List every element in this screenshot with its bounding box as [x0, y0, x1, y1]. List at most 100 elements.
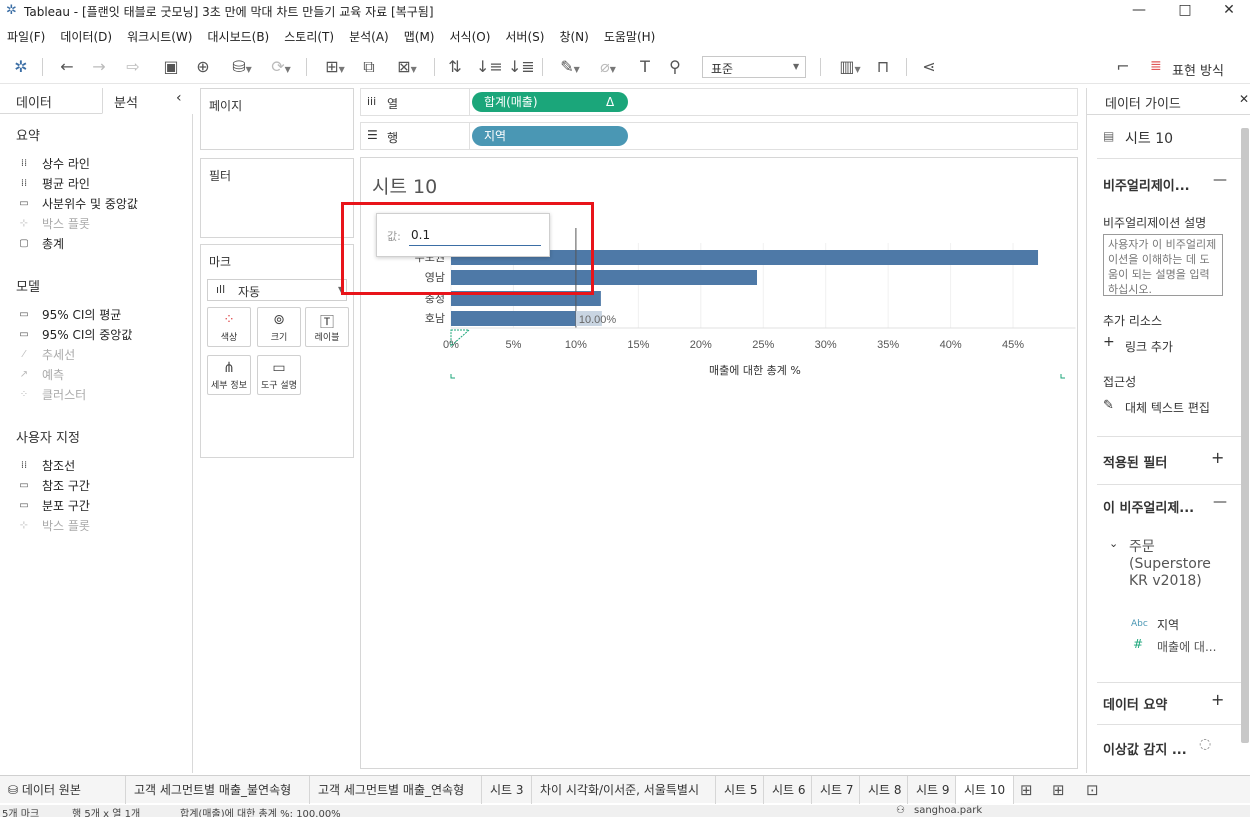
filters-card[interactable]: 필터 [200, 158, 354, 238]
plus-icon[interactable]: + [1103, 334, 1115, 350]
data-summary-title[interactable]: 데이터 요약 [1103, 694, 1167, 713]
undo-icon[interactable]: ← [56, 56, 78, 78]
ci-average-item[interactable]: ▭ 95% CI의 평균 [16, 306, 121, 323]
tooltip-button[interactable]: ▭ 도구 설명 [257, 355, 301, 395]
duplicate-sheet-icon[interactable]: ⧉ [358, 56, 380, 78]
tab-datasource-label: 데이터 원본 [21, 783, 81, 797]
outlier-title[interactable]: 이상값 감지 ... [1103, 739, 1187, 758]
collapse-minus-icon[interactable]: — [1213, 172, 1227, 188]
menu-map[interactable]: 맵(M) [397, 26, 443, 46]
minimize-button[interactable]: — [1116, 0, 1162, 22]
plus-icon[interactable]: + [1211, 448, 1224, 467]
share-icon[interactable]: ⋖ [918, 56, 940, 78]
tab-sheet5[interactable]: 시트 5 [716, 776, 764, 804]
sort-ascending-icon[interactable]: ↓≡ [476, 56, 503, 78]
totals-item[interactable]: ▢ 총계 [16, 235, 64, 252]
tab-sheet3[interactable]: 시트 3 [482, 776, 532, 804]
tab-difference[interactable]: 차이 시각화/이서준, 서울특별시 [532, 776, 716, 804]
menu-story[interactable]: 스토리(T) [277, 26, 342, 46]
show-labels-icon[interactable]: T [634, 56, 656, 78]
distribution-band-item[interactable]: ▭ 분포 구간 [16, 497, 90, 514]
menu-analysis[interactable]: 분석(A) [342, 26, 397, 46]
add-link-button[interactable]: 링크 추가 [1125, 338, 1173, 355]
reference-line-item[interactable]: ⁞⁞ 참조선 [16, 457, 75, 474]
new-sheet-icon[interactable]: ⊞▼ [316, 56, 354, 78]
paint-roller-icon[interactable]: ⌐ [1112, 56, 1134, 78]
swap-icon[interactable]: ⇅ [444, 56, 466, 78]
clear-sheet-icon[interactable]: ⊠▼ [388, 56, 426, 78]
chevron-down-icon[interactable]: ⌄ [1109, 537, 1118, 550]
new-story-icon[interactable]: ⊡ [1086, 781, 1099, 799]
size-button[interactable]: ⊚ 크기 [257, 307, 301, 347]
ci-median-item[interactable]: ▭ 95% CI의 중앙값 [16, 326, 132, 343]
tab-sheet8[interactable]: 시트 8 [860, 776, 908, 804]
viz-desc-field[interactable]: 사용자가 이 비주얼리제이션을 이해하는 데 도움이 되는 설명을 입력하십시오… [1103, 234, 1223, 296]
this-viz-title[interactable]: 이 비주얼리제... [1103, 497, 1194, 516]
new-worksheet-icon[interactable]: ⊞ [1020, 781, 1033, 799]
edit-alt-text-button[interactable]: 대체 텍스트 편집 [1125, 399, 1210, 416]
columns-shelf[interactable]: iii 열 합계(매출) Δ [360, 88, 1078, 116]
mark-type-dropdown[interactable]: ıll 자동 ▼ [207, 279, 347, 301]
sort-descending-icon[interactable]: ↓≣ [508, 56, 535, 78]
tab-analysis[interactable]: 분석 [114, 92, 138, 111]
menu-format[interactable]: 서식(O) [443, 26, 499, 46]
group-icon[interactable]: ⌀▼ [592, 56, 624, 78]
rows-shelf[interactable]: ☰ 행 지역 [360, 122, 1078, 150]
median-quartiles-item[interactable]: ▭ 사분위수 및 중앙값 [16, 195, 138, 212]
fit-dropdown[interactable]: 표준 ▼ [702, 56, 806, 78]
datasource-icon[interactable]: ⛁▼ [222, 56, 262, 78]
show-me-button[interactable]: ≣ 표현 방식 [1150, 58, 1240, 79]
plus-icon[interactable]: + [1211, 690, 1224, 709]
menu-worksheet[interactable]: 워크시트(W) [120, 26, 200, 46]
trend-line-label: 추세선 [42, 348, 76, 362]
close-icon[interactable]: ✕ [1239, 92, 1249, 106]
collapse-icon[interactable]: ‹ [176, 90, 182, 106]
tab-segment-discrete[interactable]: 고객 세그먼트별 매출_불연속형 [126, 776, 310, 804]
color-button[interactable]: ⁘ 색상 [207, 307, 251, 347]
tableau-home-icon[interactable]: ✲ [10, 56, 32, 78]
refresh-icon[interactable]: ⟳▼ [262, 56, 300, 78]
detail-button[interactable]: ⋔ 세부 정보 [207, 355, 251, 395]
redo-icon[interactable]: → [88, 56, 110, 78]
pages-card[interactable]: 페이지 [200, 88, 354, 150]
fix-axes-icon[interactable]: ⚲ [664, 56, 686, 78]
menu-server[interactable]: 서버(S) [498, 26, 552, 46]
constant-line-item[interactable]: ⁞⁞ 상수 라인 [16, 155, 90, 172]
highlight-icon[interactable]: ✎▼ [554, 56, 586, 78]
maximize-button[interactable]: □ [1162, 0, 1208, 22]
viz-section-title[interactable]: 비주얼리제이... [1103, 175, 1190, 194]
collapse-minus-icon[interactable]: — [1213, 494, 1227, 510]
new-dashboard-icon[interactable]: ⊞ [1052, 781, 1065, 799]
menu-help[interactable]: 도움말(H) [597, 26, 664, 46]
applied-filters-title[interactable]: 적용된 필터 [1103, 452, 1167, 471]
menu-file[interactable]: 파일(F) [0, 26, 53, 46]
box-plot-icon: ⊹ [19, 218, 29, 229]
region-pill[interactable]: 지역 [472, 126, 628, 146]
presentation-mode-icon[interactable]: ⊓ [872, 56, 894, 78]
average-line-icon: ⁞⁞ [20, 178, 28, 189]
tab-sheet7[interactable]: 시트 7 [812, 776, 860, 804]
average-line-item[interactable]: ⁞⁞ 평균 라인 [16, 175, 90, 192]
menu-window[interactable]: 창(N) [552, 26, 596, 46]
close-button[interactable]: ✕ [1206, 0, 1250, 22]
sales-sum-pill-label: 합계(매출) [484, 95, 538, 109]
new-datasource-icon[interactable]: ⊕ [192, 56, 214, 78]
save-icon[interactable]: ▣ [160, 56, 182, 78]
label-button[interactable]: 🅃 레이블 [305, 307, 349, 347]
tab-segment-continuous[interactable]: 고객 세그먼트별 매출_연속형 [310, 776, 482, 804]
menu-data[interactable]: 데이터(D) [53, 26, 120, 46]
pencil-icon: ✎ [1103, 398, 1114, 413]
replay-icon[interactable]: ⇨ [118, 56, 148, 78]
tab-sheet9[interactable]: 시트 9 [908, 776, 956, 804]
trend-line-icon: ⁄ [23, 349, 25, 360]
menu-dashboard[interactable]: 대시보드(B) [200, 26, 277, 46]
box-plot-label: 박스 플롯 [42, 217, 90, 231]
tab-data[interactable]: 데이터 [16, 92, 52, 111]
sales-sum-pill[interactable]: 합계(매출) Δ [472, 92, 628, 112]
tab-sheet10[interactable]: 시트 10 [956, 776, 1014, 804]
reference-band-item[interactable]: ▭ 참조 구간 [16, 477, 90, 494]
presentation-icon[interactable]: ▥▼ [832, 56, 868, 78]
tab-datasource[interactable]: ⛁ 데이터 원본 [0, 776, 126, 804]
scrollbar[interactable] [1241, 128, 1249, 743]
tab-sheet6[interactable]: 시트 6 [764, 776, 812, 804]
